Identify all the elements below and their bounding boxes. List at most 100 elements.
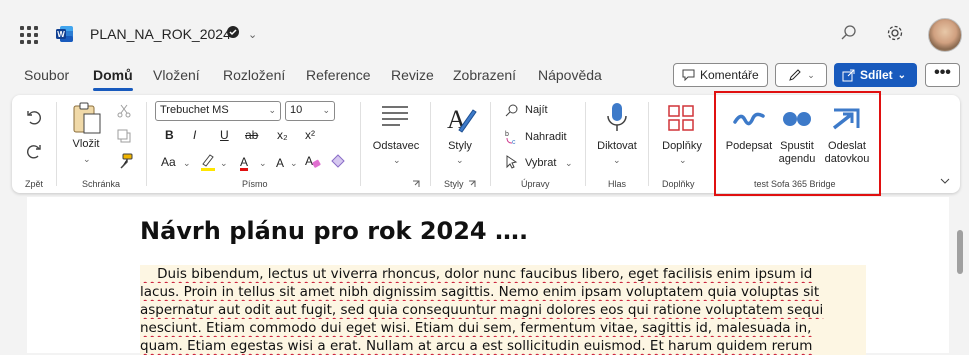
undo-icon[interactable]	[25, 108, 43, 126]
divider	[490, 102, 491, 186]
document-title[interactable]: PLAN_NA_ROK_2024	[90, 26, 231, 42]
tab-domu[interactable]: Domů	[93, 67, 133, 91]
app-launcher-icon[interactable]	[20, 26, 38, 44]
group-label-styles: Styly	[444, 179, 464, 189]
highlighter-icon[interactable]	[200, 153, 216, 171]
svg-text:W: W	[57, 30, 65, 39]
chevron-down-icon[interactable]: ⌄	[259, 158, 267, 169]
chevron-down-icon[interactable]: ⌄	[613, 155, 621, 166]
group-label-clipboard: Schránka	[82, 179, 121, 189]
svg-text:b: b	[505, 131, 509, 138]
subscript-button[interactable]: x₂	[277, 128, 288, 142]
paste-button[interactable]: Vložit	[70, 138, 102, 151]
font-name-select[interactable]: Trebuchet MS ⌄	[155, 101, 281, 121]
comments-button[interactable]: Komentáře	[673, 63, 768, 87]
avatar[interactable]	[928, 18, 962, 52]
svg-text:A: A	[305, 154, 313, 168]
group-label-voice: Hlas	[608, 179, 627, 189]
tab-napoveda[interactable]: Nápověda	[538, 67, 602, 83]
tab-soubor[interactable]: Soubor	[24, 67, 69, 83]
tab-vlozeni[interactable]: Vložení	[153, 67, 200, 83]
group-label-undo: Zpět	[25, 179, 44, 189]
replace-icon[interactable]: bc	[505, 129, 521, 145]
paste-icon[interactable]	[72, 102, 102, 134]
more-options-button[interactable]: •••	[925, 63, 960, 87]
chevron-down-icon[interactable]: ⌄	[83, 154, 91, 165]
select-icon[interactable]	[505, 155, 519, 169]
paragraph-line: lacus. Proin in tellus sit amet nibh dig…	[140, 283, 866, 301]
chevron-down-icon[interactable]: ⌄	[679, 155, 687, 166]
chevron-down-icon: ⌄	[897, 69, 907, 81]
text-effects-icon[interactable]: A	[276, 155, 290, 169]
share-icon	[842, 69, 855, 81]
strikethrough-button[interactable]: ab	[245, 128, 258, 142]
copy-icon[interactable]	[117, 129, 131, 143]
clear-formatting-icon[interactable]: A	[305, 153, 321, 169]
format-painter-icon[interactable]	[117, 153, 133, 169]
chevron-down-icon: ⌄	[322, 105, 330, 115]
paragraph-button[interactable]: Odstavec	[368, 140, 424, 153]
settings-icon[interactable]	[886, 24, 904, 42]
highlight-frame	[714, 91, 881, 196]
chevron-down-icon[interactable]: ⌄	[456, 155, 464, 166]
chevron-down-icon[interactable]: ⌄	[565, 158, 573, 169]
vertical-scrollbar[interactable]	[957, 230, 963, 274]
italic-button[interactable]: I	[193, 128, 196, 142]
chevron-down-icon[interactable]: ⌄	[248, 28, 257, 41]
editing-mode-button[interactable]: ⌄	[775, 63, 827, 87]
svg-text:A: A	[276, 156, 284, 169]
share-label: Sdílet	[860, 68, 893, 82]
comments-label: Komentáře	[700, 68, 759, 82]
chevron-down-icon[interactable]: ⌄	[220, 158, 228, 169]
paragraph-line: quam. Etiam egestas wisi a erat. Nullam …	[140, 337, 866, 355]
styles-button[interactable]: Styly	[441, 140, 479, 153]
comment-icon	[682, 69, 695, 81]
superscript-button[interactable]: x²	[305, 128, 315, 142]
text-effects-chevron-icon[interactable]: ⌄	[290, 155, 298, 169]
tab-reference[interactable]: Reference	[306, 67, 371, 83]
paragraph-line: aspernatur aut odit aut fugit, sed quia …	[140, 301, 866, 319]
search-icon[interactable]	[840, 24, 858, 42]
document-heading[interactable]: Návrh plánu pro rok 2024 ….	[140, 217, 528, 245]
word-icon: W	[56, 26, 73, 42]
divider	[430, 102, 431, 186]
tab-zobrazeni[interactable]: Zobrazení	[453, 67, 516, 83]
ribbon-expand-chevron-icon[interactable]	[940, 177, 950, 185]
addins-button[interactable]: Doplňky	[656, 140, 708, 153]
paragraph-icon[interactable]	[380, 104, 410, 128]
dialog-launcher-icon[interactable]	[412, 180, 420, 188]
svg-text:c: c	[512, 139, 516, 145]
font-color-button[interactable]: A	[240, 155, 248, 169]
chevron-down-icon[interactable]: ⌄	[393, 155, 401, 166]
font-size-value: 10	[290, 104, 303, 116]
chevron-down-icon[interactable]: ⌄	[183, 158, 191, 169]
share-button[interactable]: Sdílet ⌄	[834, 63, 917, 87]
underline-button[interactable]: U	[220, 128, 229, 142]
tab-rozlozeni[interactable]: Rozložení	[223, 67, 285, 83]
tab-revize[interactable]: Revize	[391, 67, 434, 83]
divider	[360, 102, 361, 186]
divider	[146, 102, 147, 186]
highlight-format-icon[interactable]	[330, 153, 346, 169]
dialog-launcher-icon[interactable]	[468, 180, 476, 188]
replace-button[interactable]: Nahradit	[525, 131, 567, 143]
bold-button[interactable]: B	[165, 128, 174, 142]
chevron-down-icon: ⌄	[268, 105, 276, 115]
dictate-button[interactable]: Diktovat	[593, 140, 641, 153]
font-size-select[interactable]: 10 ⌄	[285, 101, 335, 121]
cut-icon[interactable]	[117, 104, 131, 118]
select-button[interactable]: Vybrat	[525, 157, 556, 169]
change-case-button[interactable]: Aa	[161, 155, 176, 169]
find-icon[interactable]	[505, 103, 519, 117]
divider	[56, 102, 57, 186]
addins-icon[interactable]	[667, 104, 695, 132]
redo-icon[interactable]	[25, 142, 43, 160]
find-button[interactable]: Najít	[525, 104, 548, 116]
styles-icon[interactable]: A	[445, 102, 477, 136]
paragraph-line: Duis bibendum, lectus ut viverra rhoncus…	[140, 265, 866, 283]
document-paragraph[interactable]: Duis bibendum, lectus ut viverra rhoncus…	[140, 265, 866, 355]
microphone-icon[interactable]	[606, 102, 628, 134]
group-label-addins: Doplňky	[662, 179, 695, 189]
group-label-font: Písmo	[242, 179, 268, 189]
pen-icon	[789, 69, 801, 81]
